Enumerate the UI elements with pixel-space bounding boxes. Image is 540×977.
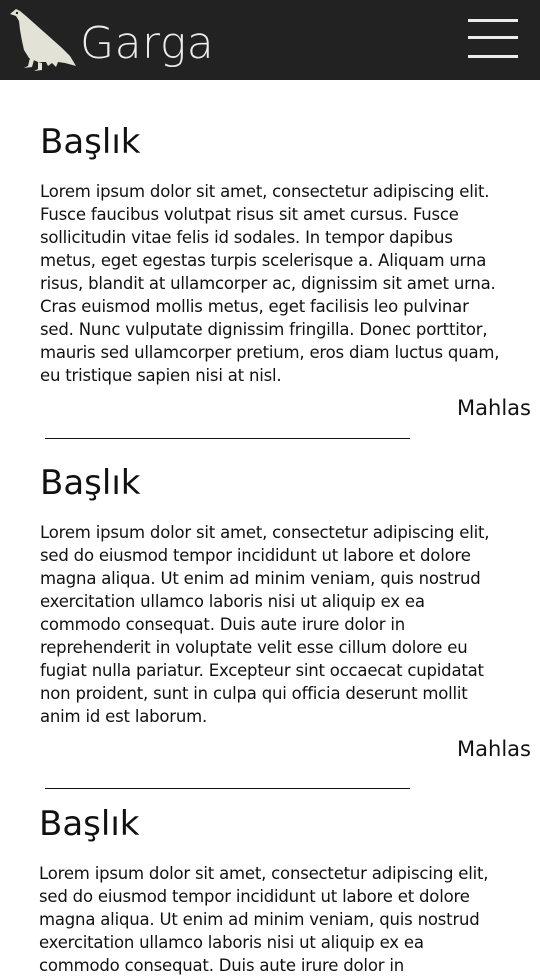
article-1: Başlık Lorem ipsum dolor sit amet, conse… xyxy=(40,122,502,387)
hamburger-menu-icon[interactable] xyxy=(466,16,522,64)
crow-icon xyxy=(10,9,76,71)
article-title: Başlık xyxy=(39,804,140,844)
menu-line xyxy=(468,19,518,22)
brand-name: Garga xyxy=(80,18,215,69)
article-2: Başlık Lorem ipsum dolor sit amet, conse… xyxy=(40,463,502,728)
divider xyxy=(45,438,410,439)
article-body: Lorem ipsum dolor sit amet, consectetur … xyxy=(40,523,490,726)
menu-line xyxy=(468,36,518,39)
article-body: Lorem ipsum dolor sit amet, consectetur … xyxy=(40,182,500,385)
top-bar: Garga xyxy=(0,0,540,80)
article-title: Başlık xyxy=(40,463,141,503)
divider xyxy=(45,788,410,789)
article-author-link[interactable]: Mahlas xyxy=(457,395,531,421)
article-author-link[interactable]: Mahlas xyxy=(457,736,531,762)
article-3: Başlık Lorem ipsum dolor sit amet, conse… xyxy=(39,804,501,977)
article-title: Başlık xyxy=(40,122,141,162)
menu-line xyxy=(468,55,518,58)
home-logo-link[interactable]: Garga xyxy=(8,8,228,74)
